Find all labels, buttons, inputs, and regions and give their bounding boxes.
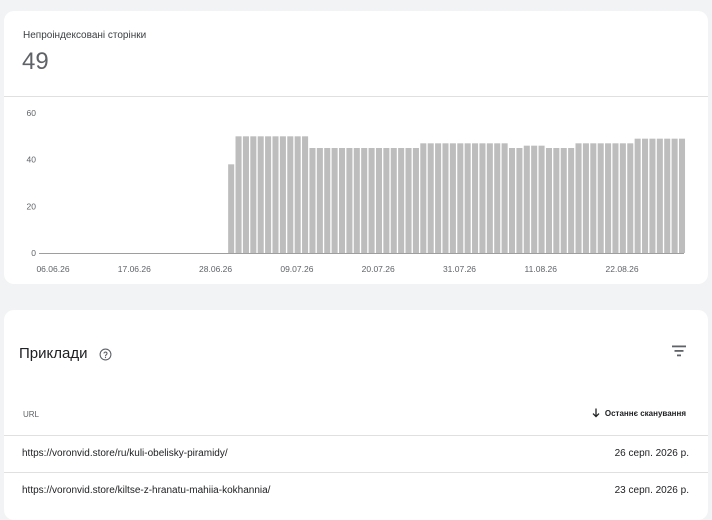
chart-bar[interactable] xyxy=(390,148,397,253)
chart-bar[interactable] xyxy=(671,138,678,253)
section-title: Приклади xyxy=(19,345,88,362)
stat-value: 49 xyxy=(22,48,49,75)
chart-bar[interactable] xyxy=(634,138,641,253)
chart-bar[interactable] xyxy=(287,136,294,253)
chart-bar[interactable] xyxy=(272,136,279,253)
column-header-last-crawl[interactable]: Останнє сканування xyxy=(592,408,686,418)
chart-bar[interactable] xyxy=(508,148,516,253)
chart-bar[interactable] xyxy=(353,148,360,253)
chart-bar[interactable] xyxy=(486,143,493,253)
chart-bar[interactable] xyxy=(368,148,375,253)
chart-bar[interactable] xyxy=(294,136,301,253)
chart-bar[interactable] xyxy=(250,136,257,253)
chart-bar[interactable] xyxy=(501,143,508,253)
chart-bar[interactable] xyxy=(523,145,530,253)
chart-bar[interactable] xyxy=(324,148,331,253)
chart-bar[interactable] xyxy=(309,148,316,253)
chart-bar[interactable] xyxy=(575,143,582,253)
chart-bar[interactable] xyxy=(383,148,390,253)
x-tick-label: 11.08.26 xyxy=(525,264,558,274)
chart-bar[interactable] xyxy=(605,143,612,253)
chart-bar[interactable] xyxy=(612,143,619,253)
x-tick-label: 28.06.26 xyxy=(199,264,232,274)
card-divider xyxy=(4,96,708,97)
examples-card: Приклади URL Останнє сканування https://… xyxy=(4,310,708,520)
x-tick-label: 20.07.26 xyxy=(362,264,395,274)
chart: 0 20 40 60 06.06.26 17.06.26 28.06.26 09.07.26 2… xyxy=(27,108,686,274)
x-tick-label: 09.07.26 xyxy=(280,264,313,274)
chart-bar[interactable] xyxy=(538,145,545,253)
column-header-url: URL xyxy=(23,410,40,419)
chart-bar[interactable] xyxy=(590,143,597,253)
chart-bar[interactable] xyxy=(619,143,626,253)
chart-bar[interactable] xyxy=(435,143,442,253)
y-tick-label: 40 xyxy=(27,155,37,165)
chart-bar[interactable] xyxy=(449,143,456,253)
chart-bar[interactable] xyxy=(597,143,604,253)
x-tick-label: 06.06.26 xyxy=(36,264,69,274)
chart-bar[interactable] xyxy=(457,143,464,253)
chart-bar[interactable] xyxy=(545,148,552,253)
chart-bar[interactable] xyxy=(568,148,575,253)
chart-bar[interactable] xyxy=(664,138,671,253)
filter-icon[interactable] xyxy=(670,344,688,358)
chart-bar[interactable] xyxy=(479,143,486,253)
y-tick-label: 0 xyxy=(31,248,36,258)
x-tick-label: 17.06.26 xyxy=(118,264,151,274)
x-tick-label: 22.08.26 xyxy=(606,264,639,274)
y-tick-label: 20 xyxy=(27,201,37,211)
row-url[interactable]: https://voronvid.store/kiltse-z-hranatu-… xyxy=(22,485,270,496)
stat-label: Непроіндексовані сторінки xyxy=(23,30,147,41)
chart-bar[interactable] xyxy=(427,143,434,253)
chart-bar[interactable] xyxy=(316,148,323,253)
chart-bar[interactable] xyxy=(678,138,686,253)
y-tick-label: 60 xyxy=(27,108,37,118)
chart-bar[interactable] xyxy=(531,145,538,253)
chart-bar[interactable] xyxy=(560,148,567,253)
row-date: 26 серп. 2026 р. xyxy=(614,448,689,459)
chart-bar[interactable] xyxy=(331,148,338,253)
chart-bar[interactable] xyxy=(472,143,479,253)
last-crawl-label: Останнє сканування xyxy=(604,408,686,418)
chart-bar[interactable] xyxy=(235,136,242,253)
chart-bar[interactable] xyxy=(642,138,649,253)
table-row[interactable]: https://voronvid.store/kiltse-z-hranatu-… xyxy=(4,473,708,509)
non-indexed-pages-card: Непроіндексовані сторінки 49 0 20 40 60 06.0… xyxy=(4,11,708,284)
chart-bar[interactable] xyxy=(516,148,523,253)
chart-bar[interactable] xyxy=(346,148,353,253)
chart-bar[interactable] xyxy=(582,143,589,253)
table-row[interactable]: https://voronvid.store/ru/kuli-obelisky-… xyxy=(4,436,708,472)
chart-bar[interactable] xyxy=(442,143,449,253)
chart-bar[interactable] xyxy=(649,138,656,253)
chart-bar[interactable] xyxy=(361,148,368,253)
chart-bar[interactable] xyxy=(464,143,471,253)
chart-bar[interactable] xyxy=(242,136,249,253)
chart-bar[interactable] xyxy=(412,148,419,253)
chart-bar[interactable] xyxy=(627,143,634,253)
chart-bar[interactable] xyxy=(553,148,560,253)
row-date: 23 серп. 2026 р. xyxy=(614,485,689,496)
row-url[interactable]: https://voronvid.store/ru/kuli-obelisky-… xyxy=(22,448,228,459)
chart-bar[interactable] xyxy=(656,138,663,253)
chart-bar[interactable] xyxy=(420,143,427,253)
chart-bar[interactable] xyxy=(494,143,501,253)
chart-bar[interactable] xyxy=(228,164,235,253)
arrow-down-icon xyxy=(592,408,600,418)
chart-bar[interactable] xyxy=(405,148,412,253)
help-circle-icon[interactable] xyxy=(99,348,112,361)
chart-bar[interactable] xyxy=(338,148,346,253)
chart-bar[interactable] xyxy=(279,136,286,253)
chart-bar[interactable] xyxy=(398,148,405,253)
chart-bar[interactable] xyxy=(375,148,383,253)
chart-bar[interactable] xyxy=(302,136,309,253)
chart-bar[interactable] xyxy=(265,136,272,253)
x-tick-label: 31.07.26 xyxy=(443,264,476,274)
chart-bar[interactable] xyxy=(257,136,264,253)
